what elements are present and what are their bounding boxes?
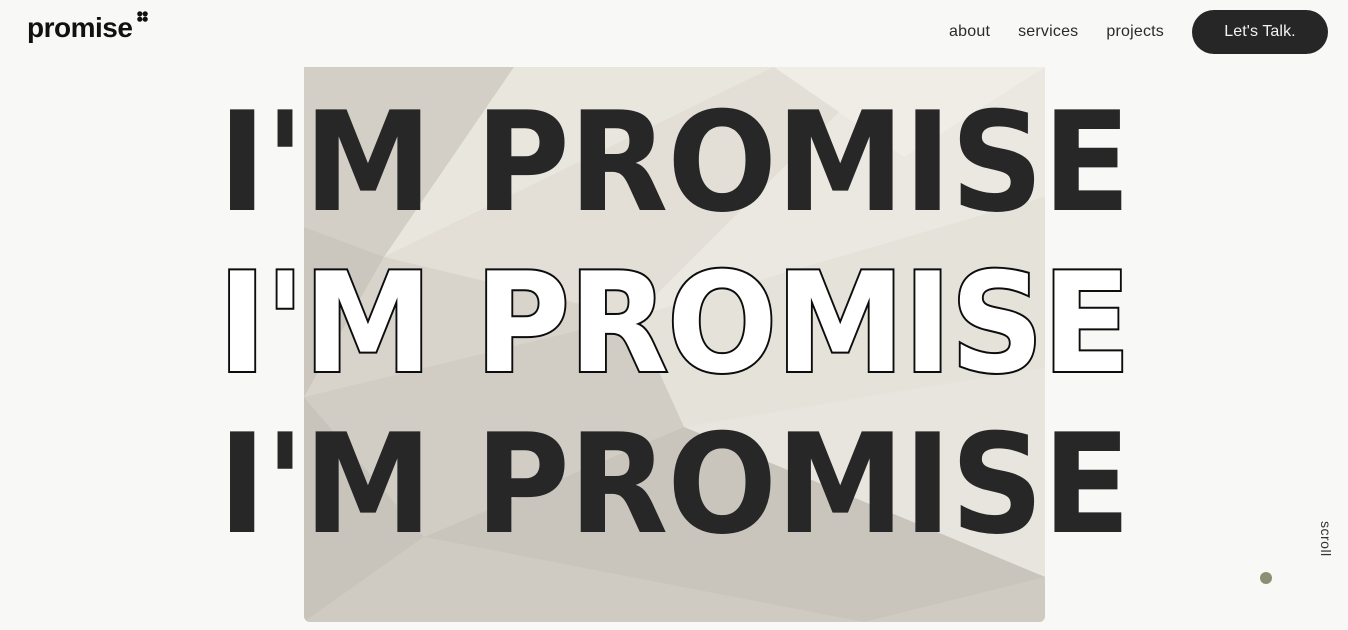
nav-link-projects[interactable]: projects [1106, 23, 1164, 41]
headline-line-filled-bottom: I'M PROMISE [218, 404, 1131, 565]
scroll-label[interactable]: scroll [1318, 521, 1334, 557]
logo-text: promise [27, 12, 133, 43]
logo[interactable]: promise [27, 10, 149, 46]
scroll-indicator-dot[interactable] [1260, 572, 1272, 584]
main-nav: about services projects Let's Talk. [949, 10, 1328, 54]
headline-line-filled-top: I'M PROMISE [218, 82, 1131, 243]
four-dot-cluster-icon [137, 11, 149, 22]
page: promise about services projects Let's Ta… [0, 0, 1348, 630]
lets-talk-button[interactable]: Let's Talk. [1192, 10, 1328, 54]
headline-line-outline: I'M PROMISE [216, 243, 1132, 404]
nav-link-about[interactable]: about [949, 23, 990, 41]
nav-link-services[interactable]: services [1018, 23, 1078, 41]
